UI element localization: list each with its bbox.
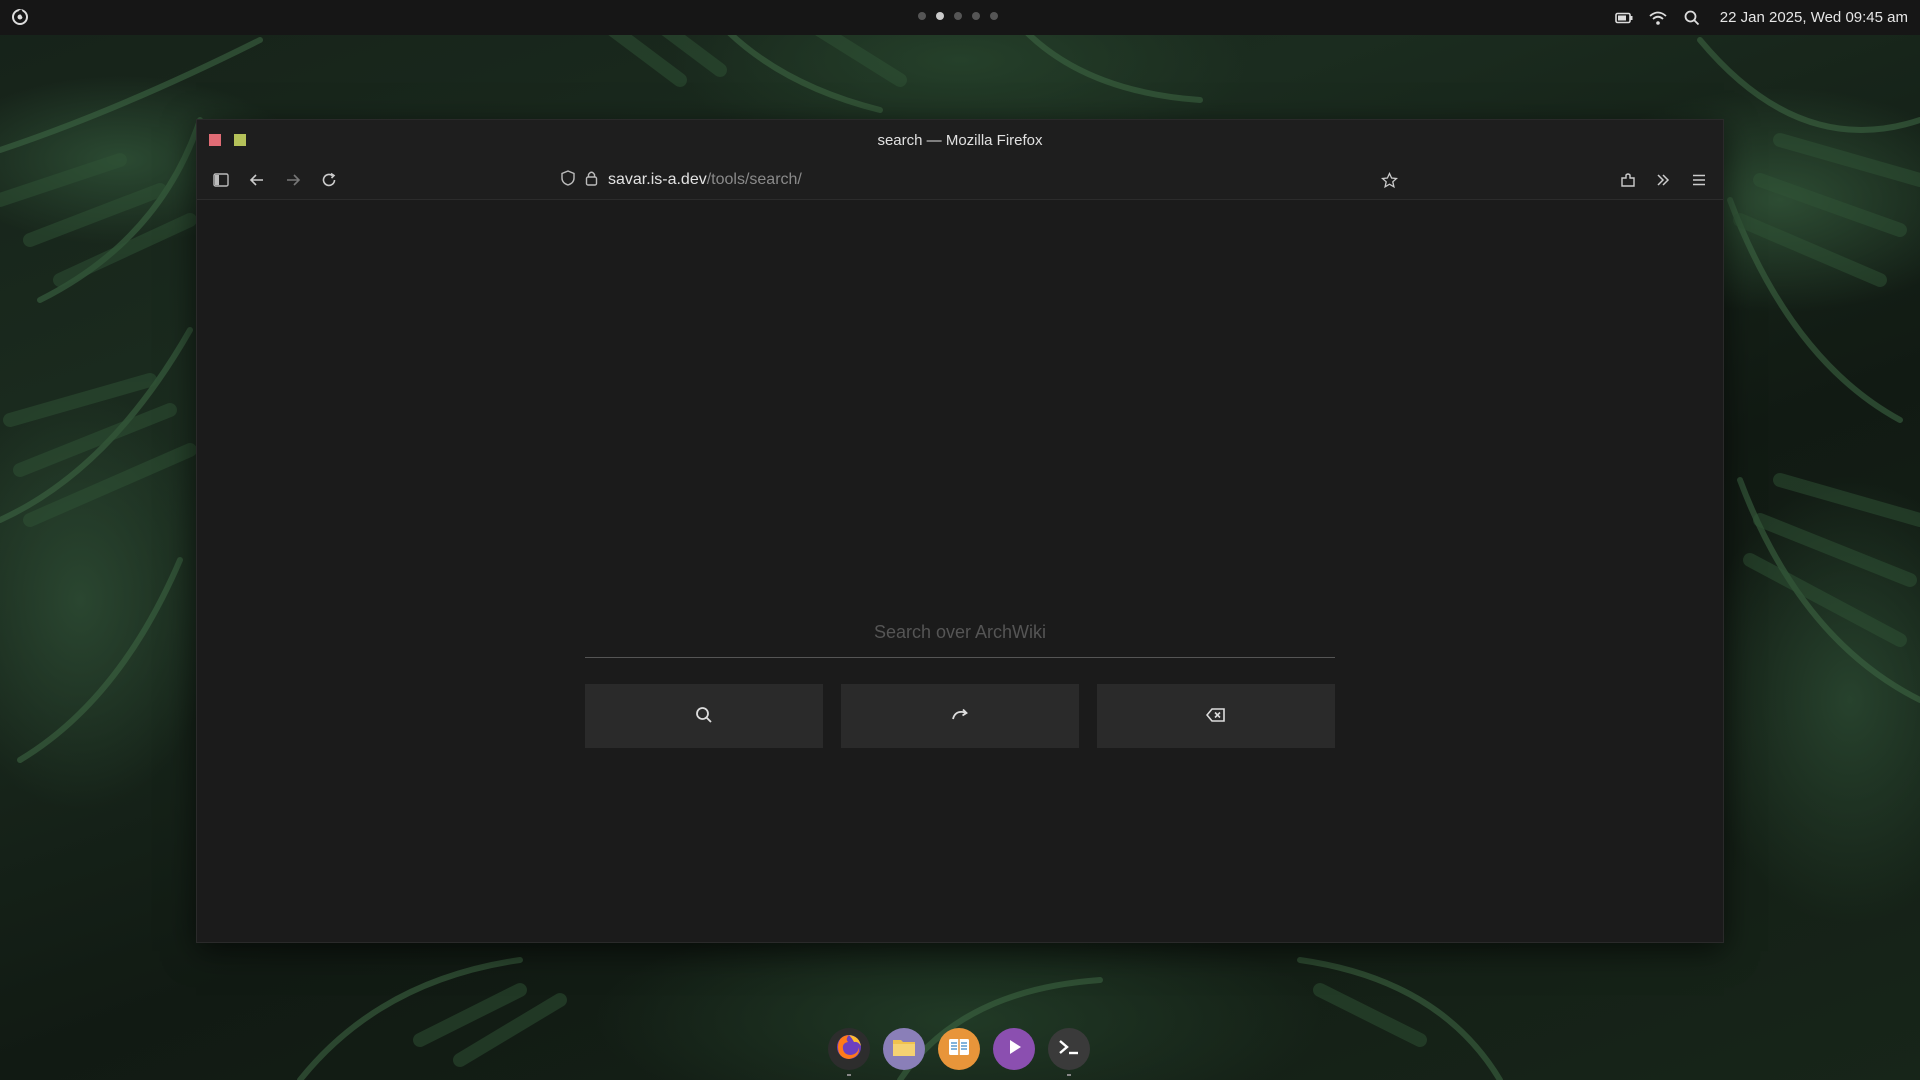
book-icon [947,1037,971,1061]
firefox-window: search — Mozilla Firefox savar.is-a.dev/… [196,119,1724,943]
extensions-icon[interactable] [1618,170,1638,190]
clear-button[interactable] [1097,684,1335,748]
wifi-icon[interactable] [1648,8,1668,28]
url-host: savar.is-a.dev [608,171,707,188]
redo-icon [950,707,970,726]
workspace-indicator [918,12,998,20]
reload-icon[interactable] [319,170,339,190]
window-title: search — Mozilla Firefox [877,131,1043,149]
back-icon[interactable] [247,170,267,190]
dock [828,1028,1090,1076]
lock-icon[interactable] [585,170,598,190]
tracking-shield-icon[interactable] [561,170,575,190]
workspace-dot-1[interactable] [918,12,926,20]
clock[interactable]: 22 Jan 2025, Wed 09:45 am [1720,9,1908,26]
dock-media-player[interactable] [993,1028,1035,1070]
sidebar-toggle-icon[interactable] [211,170,231,190]
url-bar[interactable]: savar.is-a.dev/tools/search/ [561,168,1161,192]
backspace-icon [1205,707,1226,726]
dock-terminal[interactable] [1048,1028,1090,1076]
workspace-dot-5[interactable] [990,12,998,20]
page-content [197,201,1723,942]
workspace-dot-2[interactable] [936,12,944,20]
search-icon[interactable] [1682,8,1702,28]
running-indicator [847,1074,851,1076]
forward-icon[interactable] [283,170,303,190]
url-text[interactable]: savar.is-a.dev/tools/search/ [608,171,802,189]
dock-files[interactable] [883,1028,925,1070]
redo-button[interactable] [841,684,1079,748]
firefox-icon [834,1032,864,1066]
dock-firefox[interactable] [828,1028,870,1076]
nav-toolbar: savar.is-a.dev/tools/search/ [197,160,1723,200]
folder-icon [892,1037,916,1061]
bookmark-star-icon[interactable] [1379,170,1399,190]
search-icon [695,706,713,727]
top-panel: 22 Jan 2025, Wed 09:45 am [0,0,1920,35]
url-path: /tools/search/ [706,171,802,188]
battery-icon[interactable] [1614,8,1634,28]
menu-icon[interactable] [1689,170,1709,190]
search-button[interactable] [585,684,823,748]
launcher-icon[interactable] [10,7,30,27]
maximize-button[interactable] [234,134,246,146]
workspace-dot-4[interactable] [972,12,980,20]
play-icon [1004,1037,1024,1061]
search-input[interactable] [585,608,1335,658]
running-indicator [1067,1074,1071,1076]
terminal-icon [1057,1037,1081,1061]
close-button[interactable] [209,134,221,146]
title-bar[interactable]: search — Mozilla Firefox [197,120,1723,160]
dock-reader[interactable] [938,1028,980,1070]
overflow-chevron-icon[interactable] [1653,170,1673,190]
workspace-dot-3[interactable] [954,12,962,20]
